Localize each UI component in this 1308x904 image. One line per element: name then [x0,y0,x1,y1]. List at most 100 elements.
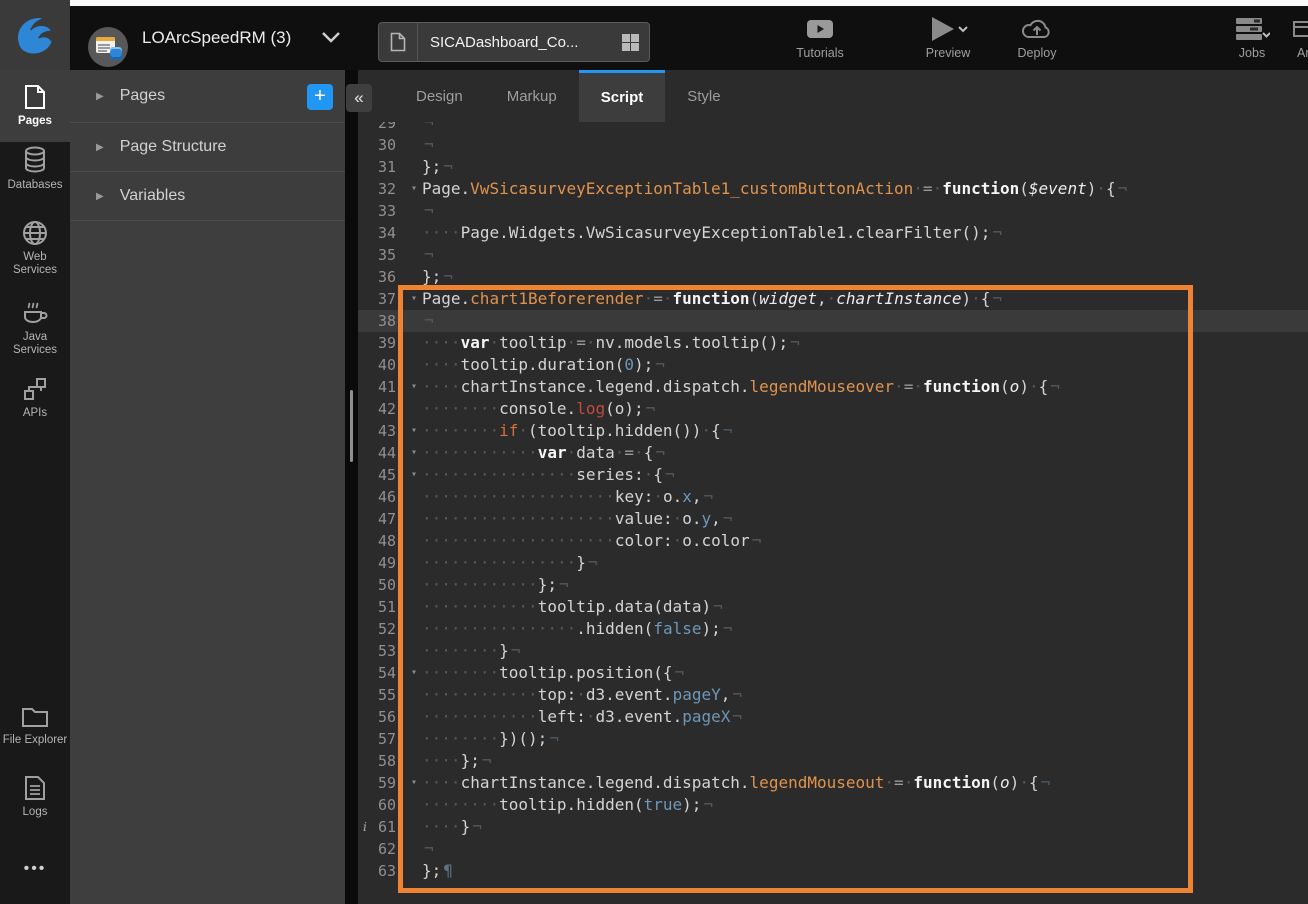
expand-arrow-icon[interactable]: ▶ [96,142,104,153]
line-number[interactable]: 42 [358,398,406,420]
code-line[interactable]: 36};¬ [358,266,1308,288]
code-line[interactable]: 46····················key:·o.x,¬ [358,486,1308,508]
code-line[interactable]: 30¬ [358,134,1308,156]
fold-arrow-icon[interactable]: ▾ [406,420,422,442]
code-line[interactable]: 43▾········if·(tooltip.hidden())·{¬ [358,420,1308,442]
fold-arrow-icon[interactable]: ▾ [406,178,422,200]
rail-item-databases[interactable]: Databases [0,146,70,216]
code-line[interactable]: 40····tooltip.duration(0);¬ [358,354,1308,376]
code-line[interactable]: 63};¶ [358,860,1308,882]
line-number[interactable]: 55 [358,684,406,706]
line-number[interactable]: 47 [358,508,406,530]
code-line[interactable]: 48····················color:·o.color¬ [358,530,1308,552]
code-line[interactable]: 56············left:·d3.event.pageX¬ [358,706,1308,728]
code-line[interactable]: 34····Page.Widgets.VwSicasurveyException… [358,222,1308,244]
line-number[interactable]: 46 [358,486,406,508]
line-number[interactable]: 36 [358,266,406,288]
wavemaker-logo[interactable] [0,0,70,70]
line-number[interactable]: 37 [358,288,406,310]
code-line[interactable]: 31};¬ [358,156,1308,178]
code-line[interactable]: 38¬ [358,310,1308,332]
rail-item-java-services[interactable]: Java Services [0,298,70,372]
line-number[interactable]: 33 [358,200,406,222]
line-number[interactable]: 41 [358,376,406,398]
code-line[interactable]: 45▾················series:·{¬ [358,464,1308,486]
code-line[interactable]: 32▾Page.VwSicasurveyExceptionTable1_cust… [358,178,1308,200]
expand-arrow-icon[interactable]: ▶ [96,191,104,202]
code-line[interactable]: 35¬ [358,244,1308,266]
code-line[interactable]: 51············tooltip.data(data)¬ [358,596,1308,618]
line-number[interactable]: 50 [358,574,406,596]
layout-grid-icon[interactable] [622,34,639,51]
line-number[interactable]: 32 [358,178,406,200]
fold-arrow-icon[interactable]: ▾ [406,772,422,794]
line-number[interactable]: 56 [358,706,406,728]
fold-arrow-icon[interactable]: ▾ [406,464,422,486]
rail-item-apis[interactable]: APIs [0,376,70,446]
code-line[interactable]: 50············};¬ [358,574,1308,596]
code-line[interactable]: 44▾············var·data·=·{¬ [358,442,1308,464]
line-number[interactable]: 48 [358,530,406,552]
code-line[interactable]: 53········}¬ [358,640,1308,662]
line-number[interactable]: 29 [358,122,406,134]
code-line[interactable]: 60········tooltip.hidden(true);¬ [358,794,1308,816]
code-line[interactable]: 41▾····chartInstance.legend.dispatch.leg… [358,376,1308,398]
line-number[interactable]: 30 [358,134,406,156]
collapse-panel-button[interactable]: « [346,84,372,112]
line-number[interactable]: 51 [358,596,406,618]
line-number[interactable]: 62 [358,838,406,860]
line-number[interactable]: 60 [358,794,406,816]
line-number[interactable]: 59 [358,772,406,794]
fold-arrow-icon[interactable]: ▾ [406,376,422,398]
project-chevron-down-icon[interactable] [322,32,340,43]
line-number[interactable]: 63 [358,860,406,882]
line-number[interactable]: 39 [358,332,406,354]
code-line[interactable]: 49················}¬ [358,552,1308,574]
code-line[interactable]: 47····················value:·o.y,¬ [358,508,1308,530]
code-editor[interactable]: 29¬30¬31};¬32▾Page.VwSicasurveyException… [358,122,1308,904]
fold-arrow-icon[interactable]: ▾ [406,662,422,684]
line-number[interactable]: 31 [358,156,406,178]
code-line[interactable]: 59▾····chartInstance.legend.dispatch.leg… [358,772,1308,794]
line-number[interactable]: 45 [358,464,406,486]
rail-more-button[interactable]: ••• [0,860,70,878]
code-line[interactable]: 62¬ [358,838,1308,860]
line-number[interactable]: 43 [358,420,406,442]
tab-design[interactable]: Design [394,70,485,122]
artifacts-button[interactable]: Art [1285,14,1308,60]
code-line[interactable]: 52················.hidden(false);¬ [358,618,1308,640]
rail-item-pages[interactable]: Pages [0,70,70,142]
preview-button[interactable]: Preview [912,14,984,60]
line-number[interactable]: i61 [358,816,406,838]
code-line[interactable]: 33¬ [358,200,1308,222]
line-number[interactable]: 49 [358,552,406,574]
line-number[interactable]: 57 [358,728,406,750]
code-line[interactable]: 42········console.log(o);¬ [358,398,1308,420]
line-number[interactable]: 58 [358,750,406,772]
panel-section-page-structure[interactable]: ▶ Page Structure [70,123,345,172]
fold-arrow-icon[interactable]: ▾ [406,442,422,464]
panel-section-pages[interactable]: ▶ Pages + [70,70,345,123]
code-line[interactable]: 58····};¬ [358,750,1308,772]
rail-item-logs[interactable]: Logs [0,775,70,845]
rail-item-web-services[interactable]: Web Services [0,220,70,294]
code-line[interactable]: 37▾Page.chart1Beforerender·=·function(wi… [358,288,1308,310]
line-number[interactable]: 44 [358,442,406,464]
panel-section-variables[interactable]: ▶ Variables [70,172,345,221]
line-number[interactable]: 53 [358,640,406,662]
tab-style[interactable]: Style [665,70,742,122]
code-line[interactable]: 55············top:·d3.event.pageY,¬ [358,684,1308,706]
project-name[interactable]: LOArcSpeedRM (3) [142,6,291,70]
code-line[interactable]: 57········})();¬ [358,728,1308,750]
deploy-button[interactable]: Deploy [1008,14,1066,60]
vertical-scrollbar[interactable] [350,390,353,462]
line-number[interactable]: 34 [358,222,406,244]
add-page-button[interactable]: + [307,84,333,110]
line-number[interactable]: 40 [358,354,406,376]
code-line[interactable]: 29¬ [358,122,1308,134]
tutorials-button[interactable]: Tutorials [790,14,850,60]
fold-arrow-icon[interactable]: ▾ [406,288,422,310]
line-number[interactable]: 54 [358,662,406,684]
jobs-button[interactable]: Jobs [1228,14,1276,60]
expand-arrow-icon[interactable]: ▶ [96,91,104,102]
